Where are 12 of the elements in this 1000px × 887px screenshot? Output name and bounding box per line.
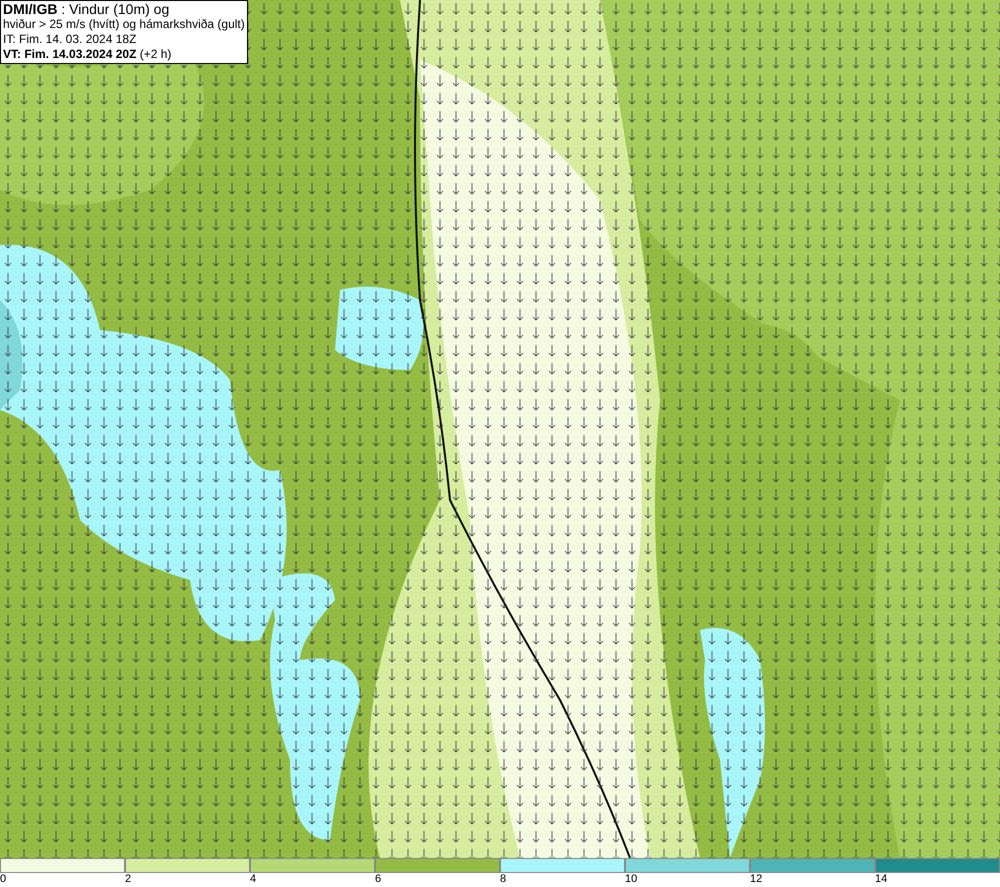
scale-label: 0 <box>0 873 6 886</box>
scale-label: 4 <box>250 873 256 886</box>
scale-label: 2 <box>125 873 132 886</box>
scale-label: 6 <box>375 873 382 886</box>
header-text: IT: Fim. 14. 03. 2024 18Z <box>3 32 138 47</box>
scale-label: 8 <box>500 873 506 886</box>
header-text: DMI/IGB : Vindur (10m) og <box>3 2 170 17</box>
header-text: VT: Fim. 14.03.2024 20Z (+2 h) <box>3 47 172 62</box>
scale-label: 12 <box>750 873 762 886</box>
header-text: hviður > 25 m/s (hvítt) og hámarkshviða (gult) <box>3 17 245 32</box>
scale-label: 10 <box>625 873 638 886</box>
scale-label: 14 <box>875 873 888 886</box>
